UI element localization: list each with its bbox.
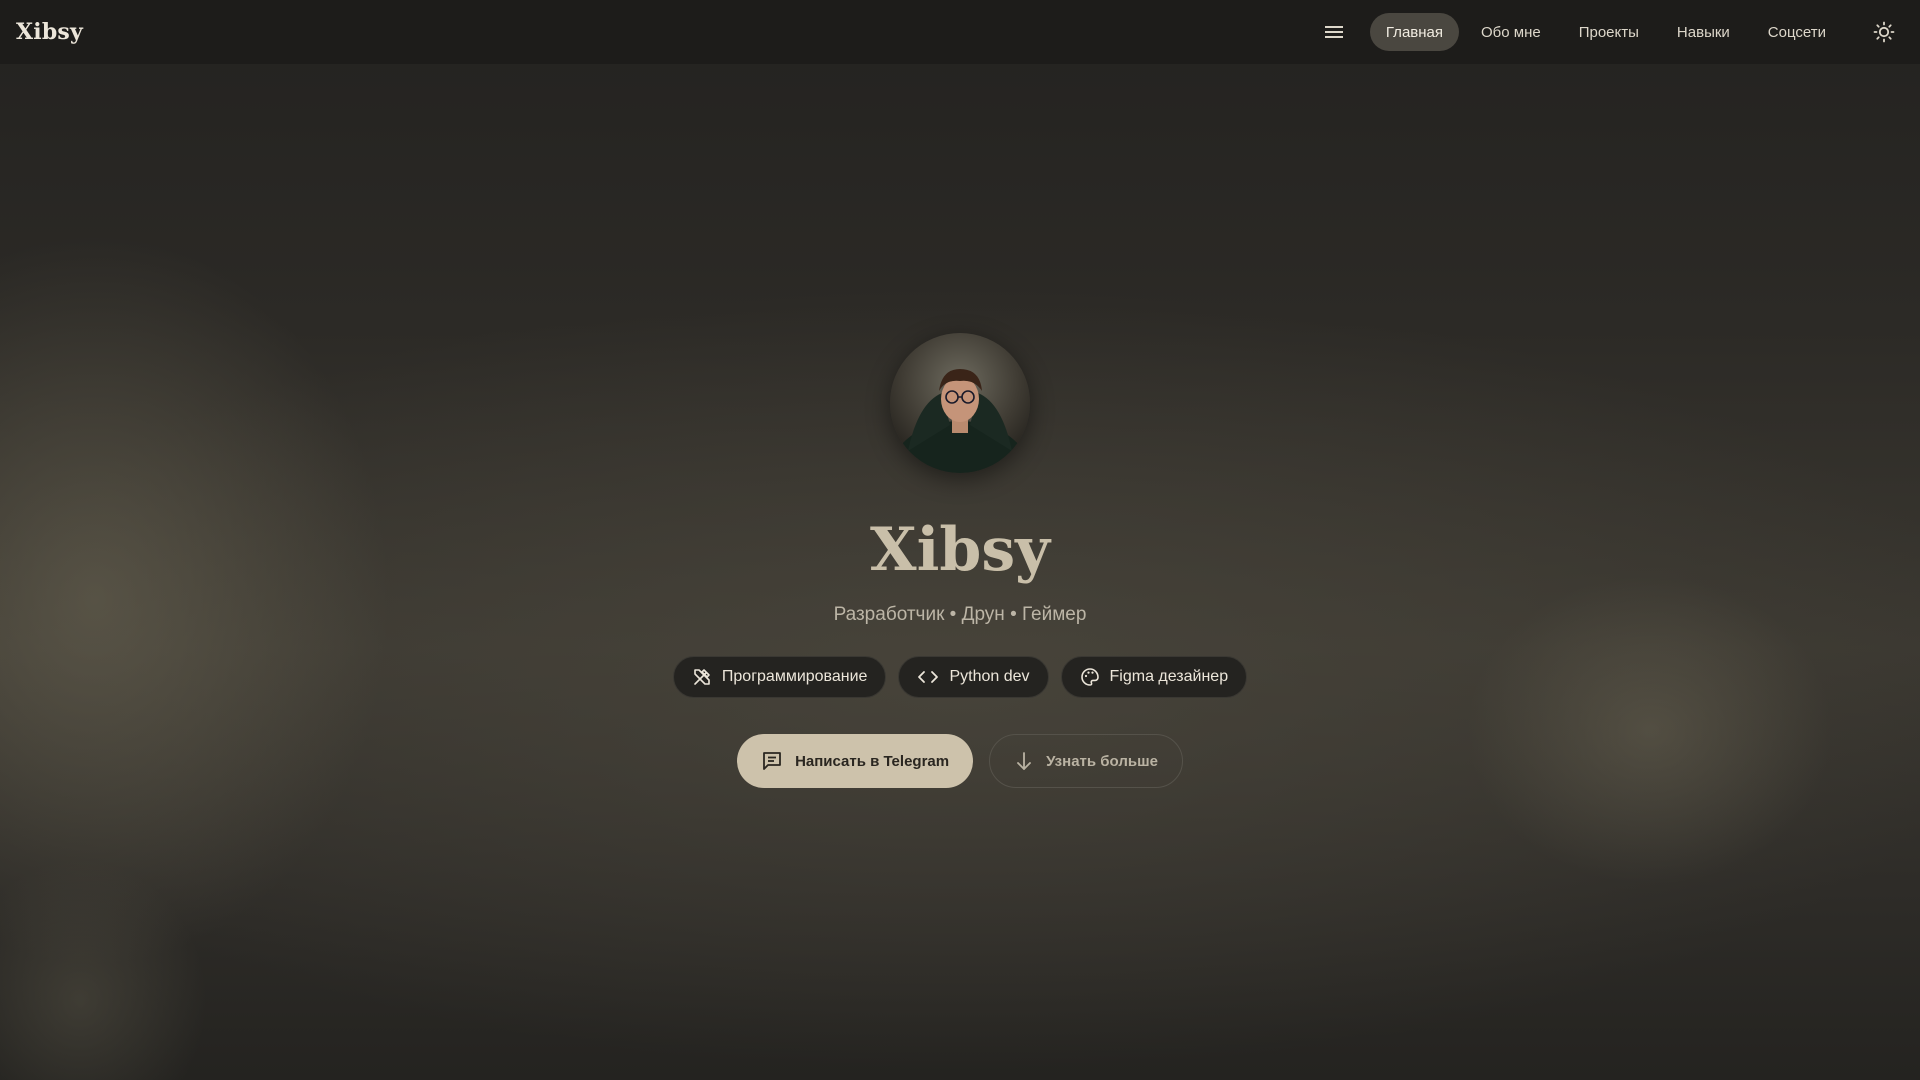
brand-logo[interactable]: Xibsy [16, 19, 83, 45]
chip-python: Python dev [898, 656, 1049, 698]
learn-more-button-label: Узнать больше [1046, 752, 1158, 770]
tools-icon [692, 667, 712, 687]
chip-label: Figma дезайнер [1109, 668, 1229, 685]
message-icon [761, 750, 783, 772]
telegram-button-label: Написать в Telegram [795, 752, 950, 770]
nav-item-skills[interactable]: Навыки [1661, 13, 1746, 51]
nav-item-projects[interactable]: Проекты [1563, 13, 1655, 51]
sun-icon [1873, 21, 1895, 43]
chip-label: Python dev [949, 668, 1030, 685]
code-icon [917, 667, 939, 687]
hero-title: Xibsy [870, 515, 1050, 585]
menu-button[interactable] [1314, 12, 1354, 52]
arrow-down-icon [1014, 750, 1034, 772]
menu-icon [1324, 24, 1344, 40]
chip-programming: Программирование [672, 656, 887, 698]
telegram-button[interactable]: Написать в Telegram [737, 734, 974, 788]
main-nav: Главная Обо мне Проекты Навыки Соцсети [1314, 12, 1904, 52]
chip-figma: Figma дезайнер [1060, 656, 1248, 698]
top-app-bar: Xibsy Главная Обо мне Проекты Навыки Соц… [0, 0, 1920, 64]
nav-item-about[interactable]: Обо мне [1465, 13, 1557, 51]
theme-toggle-button[interactable] [1864, 12, 1904, 52]
hero-actions: Написать в Telegram Узнать больше [0, 734, 1920, 788]
chip-label: Программирование [721, 668, 868, 685]
nav-item-socials[interactable]: Соцсети [1752, 13, 1842, 51]
palette-icon [1080, 667, 1100, 687]
hero-subtitle: Разработчик • Друн • Геймер [833, 604, 1087, 625]
page: Xibsy Главная Обо мне Проекты Навыки Соц… [0, 0, 1920, 1080]
nav-item-home[interactable]: Главная [1369, 13, 1459, 51]
learn-more-button[interactable]: Узнать больше [989, 734, 1183, 788]
avatar [890, 333, 1030, 473]
skill-chips: Программирование Python dev Figma дезайн… [0, 656, 1920, 698]
